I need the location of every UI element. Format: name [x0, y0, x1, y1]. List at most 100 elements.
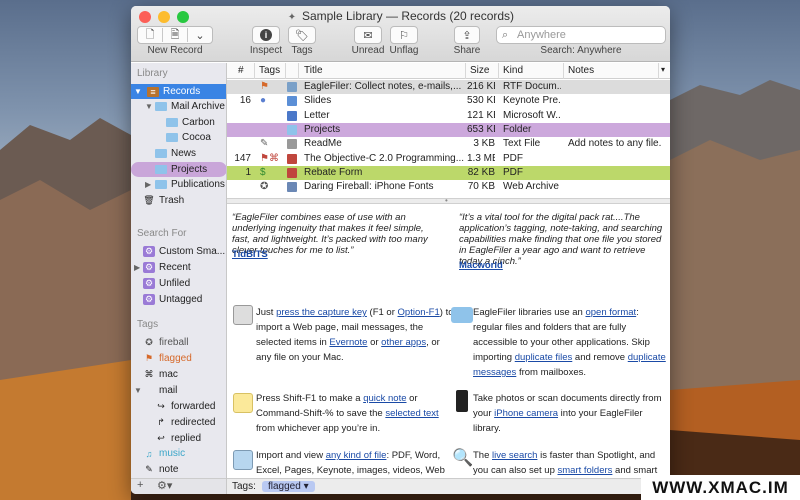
command-icon: ⌘ [144, 369, 154, 379]
flag-icon: ⚐ [399, 29, 409, 42]
feature-capture: Just press the capture key (F1 or Option… [256, 307, 454, 363]
new-note-icon: 🗋 [145, 28, 155, 41]
table-row[interactable]: ✎ ReadMe 3 KB Text File Add notes to any fil… [227, 137, 670, 151]
cell-tags: ⚑⌘ [260, 152, 279, 164]
records-table: # Tags Title Size Kind Notes ▾ ⚑ EagleFil… [227, 63, 670, 198]
sidebar-item-carbon[interactable]: Carbon [131, 115, 226, 130]
evernote-link[interactable]: Evernote [329, 337, 367, 348]
unflag-button[interactable]: ⚐ [390, 26, 418, 44]
table-row[interactable]: ⚑ EagleFiler: Collect notes, e-mails,... 2… [227, 80, 670, 94]
tags-footer-label: Tags: [232, 481, 256, 492]
file-icon [287, 153, 297, 164]
table-row[interactable]: 16 ● Slides 530 KB Keynote Pre... [227, 94, 670, 108]
search-input[interactable]: ⌕ Anywhere [496, 26, 666, 44]
sidebar-item-recent[interactable]: ▶ ⚙ Recent [131, 260, 226, 275]
iphone-camera-link[interactable]: iPhone camera [494, 408, 558, 419]
column-size[interactable]: Size [470, 65, 489, 76]
table-row[interactable]: Letter 121 KB Microsoft W... [227, 109, 670, 123]
quote-macworld: “It’s a vital tool for the digital pack … [459, 212, 663, 267]
new-record-button[interactable]: 🗋 🗎 ⌄ [137, 26, 213, 44]
any-kind-of-file-link[interactable]: any kind of file [326, 450, 387, 461]
column-notes[interactable]: Notes [568, 65, 594, 76]
column-menu-icon[interactable]: ▾ [661, 65, 665, 74]
press-capture-key-link[interactable]: press the capture key [276, 307, 367, 318]
info-icon: i [260, 29, 272, 41]
column-title[interactable]: Title [304, 65, 323, 76]
capture-key-icon [233, 305, 253, 325]
sticky-note-icon [233, 393, 253, 413]
table-row[interactable]: Projects 653 KB Folder [227, 122, 670, 137]
tag-token-flagged[interactable]: flagged ▾ [262, 481, 315, 492]
table-row[interactable]: 1 $ Rebate Form 82 KB PDF [227, 165, 670, 180]
duplicate-files-link[interactable]: duplicate files [515, 352, 573, 363]
cell-title: Slides [304, 95, 332, 107]
sidebar-item-mail-archive[interactable]: ▼ Mail Archive [131, 99, 226, 114]
tag-icon: 🏷 [295, 29, 309, 42]
smart-folder-icon: ⚙ [143, 294, 155, 305]
option-f1-link[interactable]: Option-F1 [398, 307, 440, 318]
library-header: Library [137, 68, 168, 79]
share-button[interactable]: ⇪ [454, 26, 480, 44]
gear-icon[interactable]: ⚙︎▾ [157, 479, 172, 492]
folder-icon [155, 102, 167, 111]
cell-tags: ✪ [260, 181, 269, 193]
sidebar-tag-music[interactable]: ♫ music [131, 446, 226, 461]
cell-num: 147 [234, 152, 251, 164]
source-tidbits-link[interactable]: TidBITS [232, 249, 268, 260]
sidebar-tag-forwarded[interactable]: ↪ forwarded [131, 399, 226, 414]
sidebar-item-records[interactable]: ▼ ≡ Records [131, 84, 226, 99]
cell-num: 1 [245, 166, 251, 178]
folder-icon [155, 180, 167, 189]
cell-kind: Web Archive [503, 181, 559, 193]
smart-folders-link[interactable]: smart folders [558, 465, 613, 476]
share-icon: ⇪ [462, 29, 472, 42]
cell-kind: Microsoft W... [503, 109, 561, 121]
envelope-icon: ✉ [363, 29, 373, 42]
sidebar-item-publications[interactable]: ▶ Publications [131, 177, 226, 192]
sidebar-item-cocoa[interactable]: Cocoa [131, 130, 226, 145]
tags-label: Tags [291, 45, 313, 56]
sidebar-tag-mac[interactable]: ⌘ mac [131, 367, 226, 382]
sidebar-item-custom-smart[interactable]: ⚙ Custom Sma... [131, 244, 226, 259]
cell-title: Rebate Form [304, 166, 363, 178]
cell-kind: Folder [503, 123, 532, 135]
sidebar-item-unfiled[interactable]: ⚙ Unfiled [131, 276, 226, 291]
unread-button[interactable]: ✉ [354, 26, 382, 44]
sidebar-item-untagged[interactable]: ⚙ Untagged [131, 292, 226, 307]
cell-kind: PDF [503, 166, 523, 178]
file-icon [287, 110, 297, 121]
cell-size: 653 KB [467, 123, 495, 135]
sidebar-item-trash[interactable]: 🗑 Trash [131, 193, 226, 208]
column-num[interactable]: # [238, 65, 244, 76]
sidebar-item-news[interactable]: News [131, 146, 226, 161]
pencil-icon: ✎ [145, 464, 153, 474]
open-format-link[interactable]: open format [585, 307, 636, 318]
column-tags[interactable]: Tags [259, 65, 280, 76]
sidebar-tag-fireball[interactable]: ✪ fireball [131, 335, 226, 350]
sidebar-footer: + ⚙︎▾ [131, 478, 226, 494]
feature-open-format: EagleFiler libraries use an open format:… [473, 307, 666, 378]
file-icon [287, 167, 297, 178]
source-macworld-link[interactable]: Macworld [459, 260, 503, 271]
cell-tags: $ [260, 166, 266, 178]
column-kind[interactable]: Kind [503, 65, 523, 76]
watermark: WWW.XMAC.IM [641, 475, 800, 500]
table-row[interactable]: 147 ⚑⌘ The Objective-C 2.0 Programming... 1… [227, 152, 670, 166]
inspect-button[interactable]: i [252, 26, 280, 44]
sidebar-tag-note[interactable]: ✎ note [131, 462, 226, 477]
chevron-down-icon[interactable]: ⌄ [188, 29, 212, 42]
tags-button[interactable]: 🏷 [288, 26, 316, 44]
sidebar-item-projects[interactable]: Projects [131, 162, 226, 177]
cell-kind: PDF [503, 152, 523, 164]
live-search-link[interactable]: live search [492, 450, 537, 461]
sidebar-tag-mail[interactable]: ▼ mail [131, 383, 226, 398]
sidebar-tag-redirected[interactable]: ↱ redirected [131, 415, 226, 430]
add-icon[interactable]: + [137, 479, 143, 491]
sidebar-tag-flagged[interactable]: ⚑ flagged [131, 351, 226, 366]
sidebar-tag-replied[interactable]: ↩ replied [131, 431, 226, 446]
selected-text-link[interactable]: selected text [385, 408, 438, 419]
table-row[interactable]: ✪ Daring Fireball: iPhone Fonts 70 KB Web A… [227, 180, 670, 194]
magnifier-icon: 🔍 [452, 448, 474, 467]
quick-note-link[interactable]: quick note [363, 393, 406, 404]
other-apps-link[interactable]: other apps [381, 337, 426, 348]
